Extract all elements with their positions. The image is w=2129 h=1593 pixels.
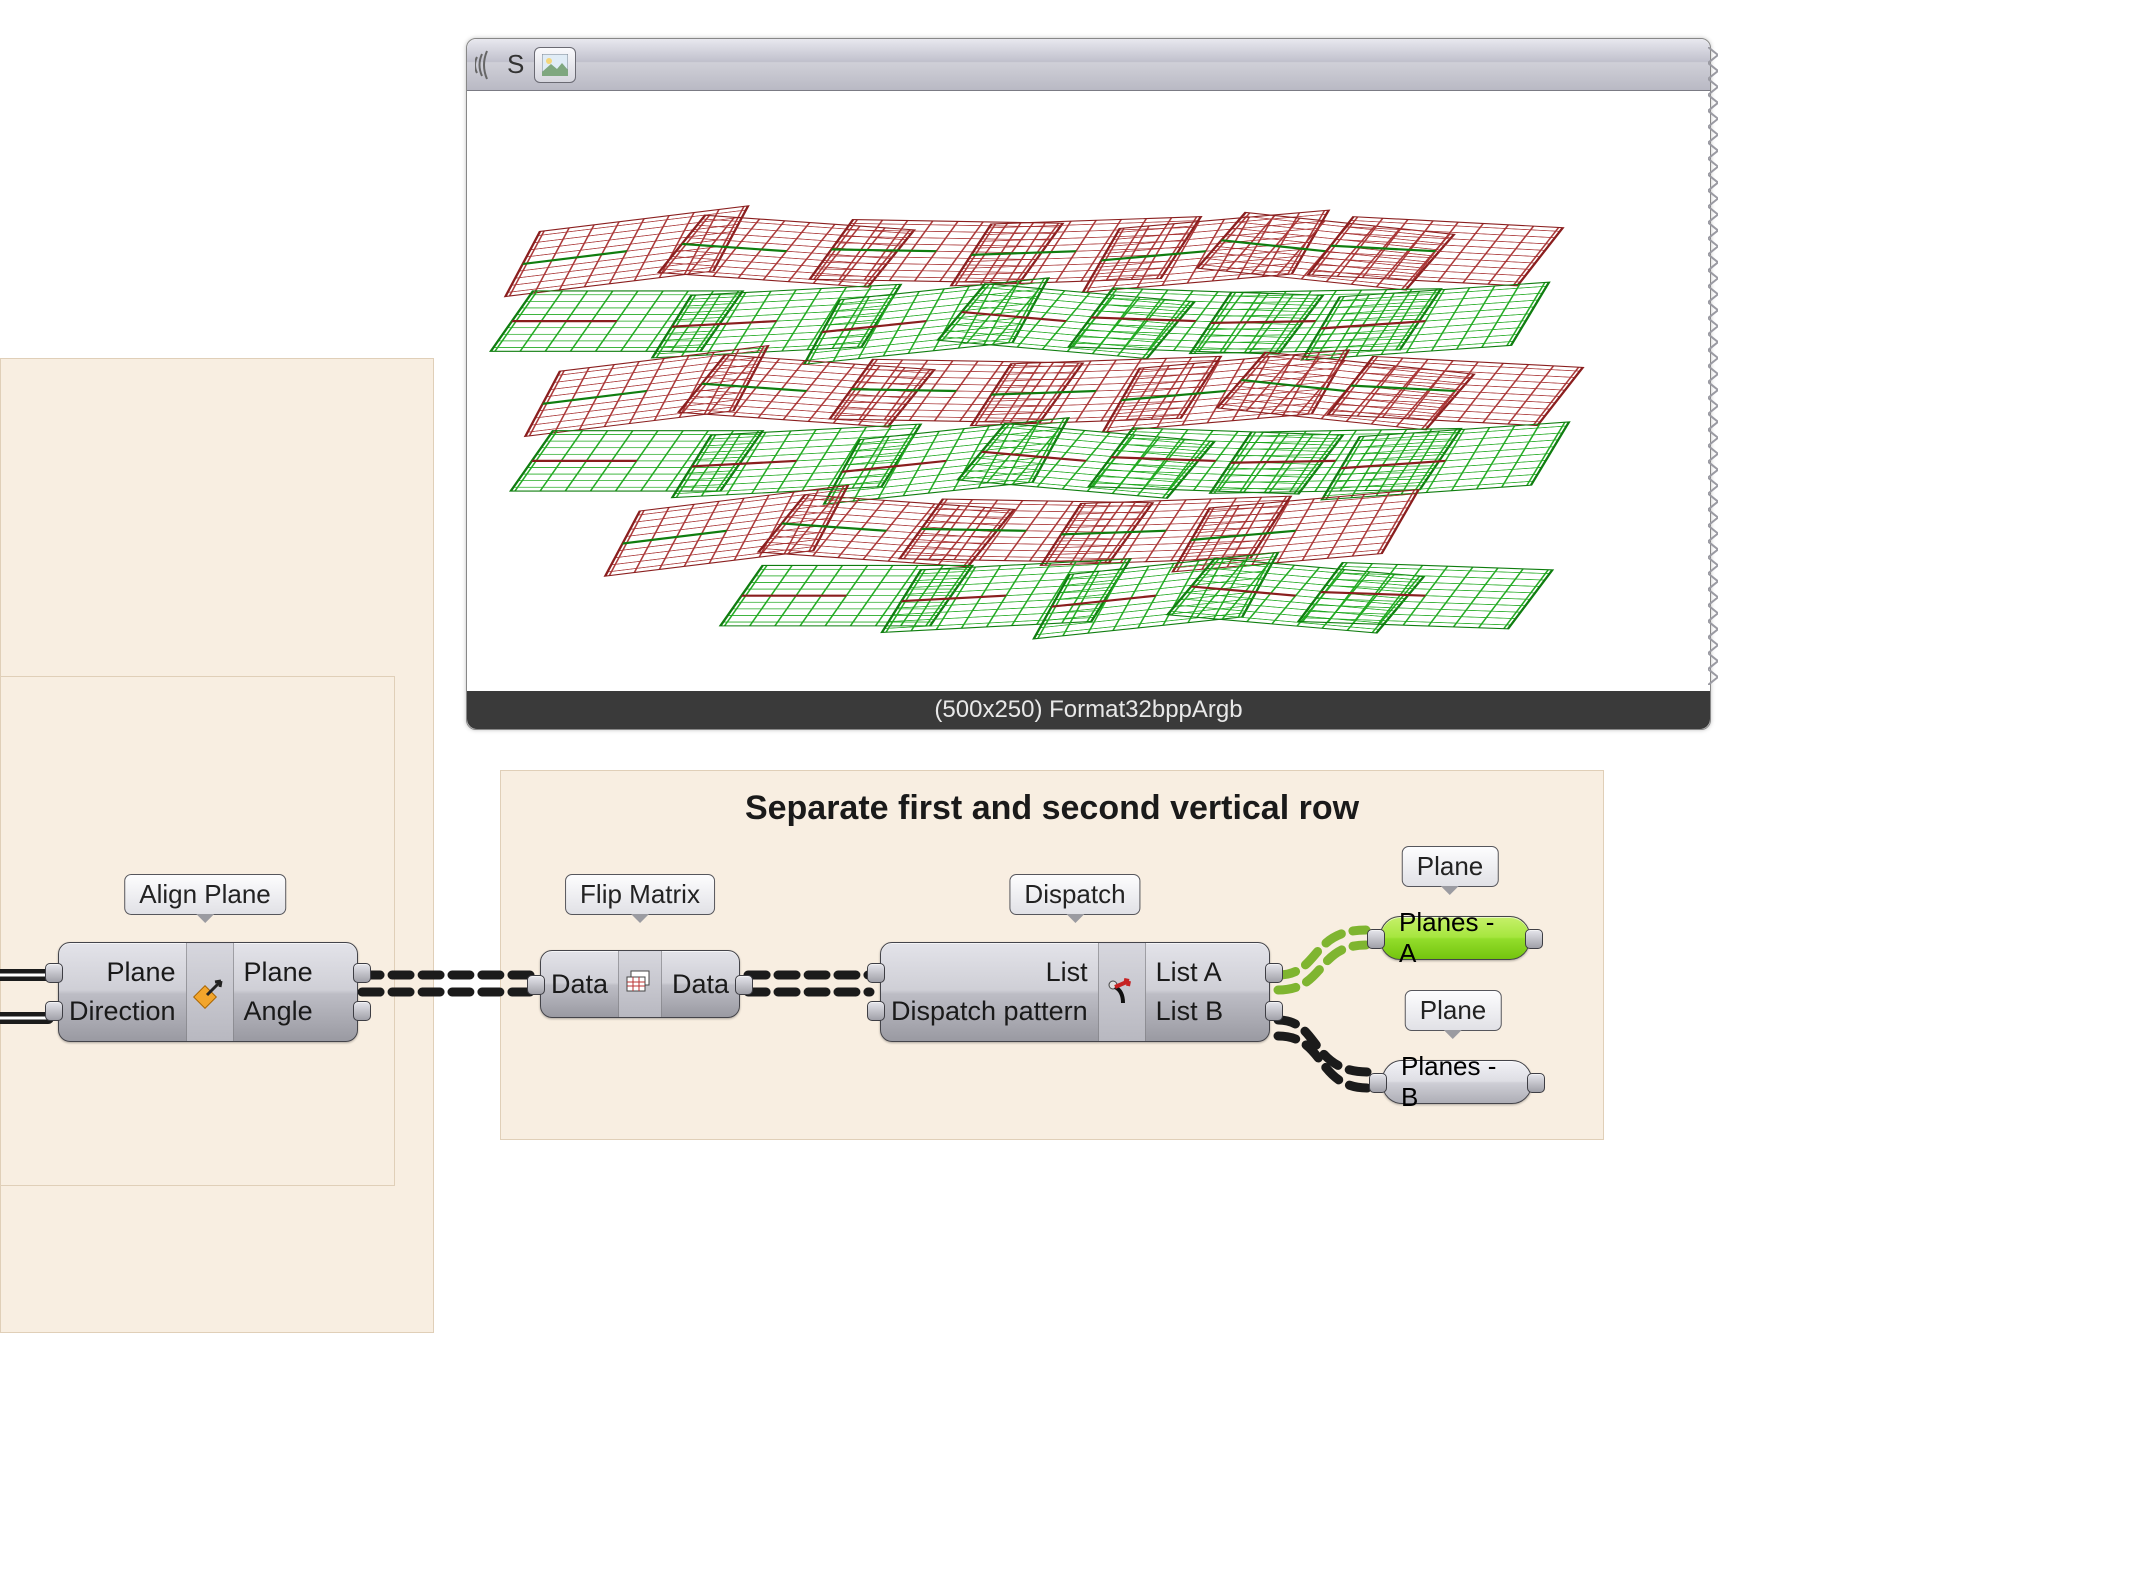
param-planes-b[interactable]: Planes - B: [1382, 1060, 1532, 1104]
viewer-title-badge: S: [507, 49, 524, 80]
label-plane-a: Plane: [1402, 846, 1499, 887]
input-label: List: [891, 957, 1088, 988]
port-out-list-b[interactable]: [1265, 1001, 1283, 1021]
output-label: List A: [1156, 957, 1259, 988]
viewer-canvas: [467, 91, 1710, 691]
port-out-plane[interactable]: [353, 963, 371, 983]
port-in-direction[interactable]: [45, 1001, 63, 1021]
label-flip-matrix: Flip Matrix: [565, 874, 715, 915]
label-plane-b: Plane: [1405, 990, 1502, 1031]
image-viewer[interactable]: S (500x250) Format32bppArgb: [466, 38, 1711, 730]
image-thumb-icon: [534, 47, 576, 83]
output-label: Angle: [244, 996, 347, 1027]
port-in-planes-a[interactable]: [1367, 929, 1385, 949]
port-in-data[interactable]: [527, 975, 545, 995]
output-label: Data: [672, 969, 729, 1000]
viewer-titlebar[interactable]: S: [467, 39, 1710, 91]
port-in-pattern[interactable]: [867, 1001, 885, 1021]
input-label: Direction: [69, 996, 176, 1027]
port-out-planes-b[interactable]: [1527, 1073, 1545, 1093]
port-out-data[interactable]: [735, 975, 753, 995]
param-label: Planes - B: [1401, 1051, 1513, 1113]
port-in-plane[interactable]: [45, 963, 63, 983]
sound-wave-icon: [475, 49, 495, 81]
output-label: List B: [1156, 996, 1259, 1027]
output-label: Plane: [244, 957, 347, 988]
group-title: Separate first and second vertical row: [501, 789, 1603, 828]
port-out-angle[interactable]: [353, 1001, 371, 1021]
port-out-list-a[interactable]: [1265, 963, 1283, 983]
label-align-plane: Align Plane: [124, 874, 286, 915]
align-plane-icon: [186, 943, 234, 1041]
input-label: Dispatch pattern: [891, 996, 1088, 1027]
dispatch-icon: [1098, 943, 1146, 1041]
node-dispatch[interactable]: List Dispatch pattern List A List B: [880, 942, 1270, 1042]
port-out-planes-a[interactable]: [1525, 929, 1543, 949]
port-in-planes-b[interactable]: [1369, 1073, 1387, 1093]
param-label: Planes - A: [1399, 907, 1511, 969]
port-in-list[interactable]: [867, 963, 885, 983]
flip-matrix-icon: [618, 951, 662, 1017]
node-flip-matrix[interactable]: Data Data: [540, 950, 740, 1018]
label-dispatch: Dispatch: [1009, 874, 1140, 915]
input-label: Data: [551, 969, 608, 1000]
param-planes-a[interactable]: Planes - A: [1380, 916, 1530, 960]
input-label: Plane: [69, 957, 176, 988]
group-panel-align: [0, 676, 395, 1186]
viewer-status-bar: (500x250) Format32bppArgb: [467, 691, 1710, 729]
node-align-plane[interactable]: Plane Direction Plane Angle: [58, 942, 358, 1042]
